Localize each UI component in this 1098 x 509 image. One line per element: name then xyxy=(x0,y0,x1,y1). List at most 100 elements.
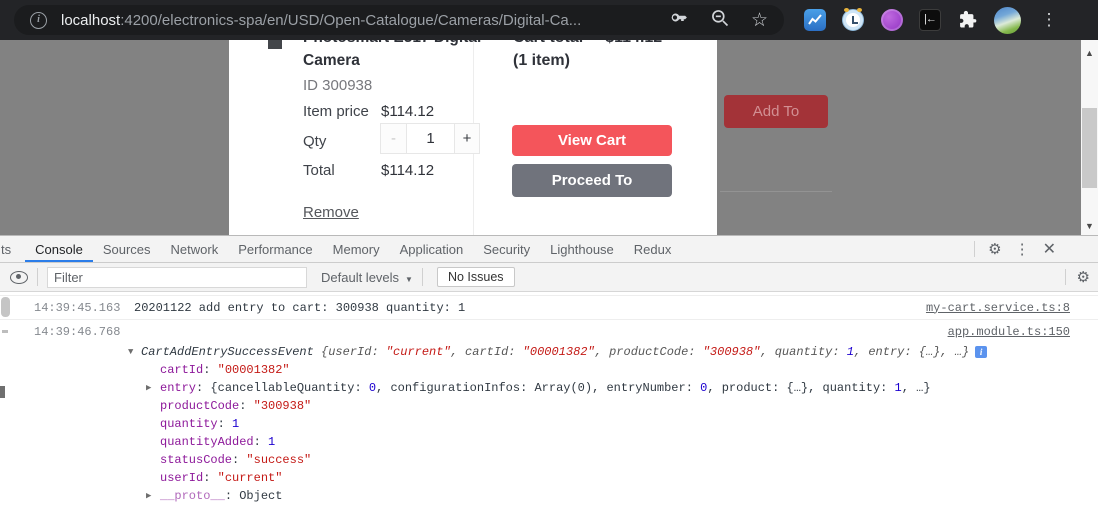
devtools-tab-memory[interactable]: Memory xyxy=(323,236,390,262)
expand-caret-icon[interactable]: ▶ xyxy=(146,491,160,501)
profile-avatar[interactable] xyxy=(994,7,1021,34)
devtools-tab-security[interactable]: Security xyxy=(473,236,540,262)
devtools-tab-application[interactable]: Application xyxy=(390,236,474,262)
total-label: Total xyxy=(303,162,335,179)
log-timestamp: 14:39:45.163 xyxy=(34,301,134,315)
left-gutter-artifact xyxy=(2,330,8,333)
log-token: "success" xyxy=(246,453,311,467)
devtools-close-icon[interactable]: ✕ xyxy=(1043,242,1056,257)
qty-label: Qty xyxy=(303,133,326,150)
info-icon: i xyxy=(975,346,987,358)
cart-total-heading: Cart total$114.12 (1 item) xyxy=(513,40,662,72)
devtools-tab-sources[interactable]: Sources xyxy=(93,236,161,262)
log-token: 1 xyxy=(268,435,275,449)
left-gutter-artifact xyxy=(0,386,5,398)
log-token: : xyxy=(218,417,232,431)
toolbar-divider xyxy=(37,268,38,286)
zoom-out-icon[interactable] xyxy=(710,8,730,33)
chart-extension-icon[interactable] xyxy=(804,9,826,31)
alarm-clock-extension-icon[interactable] xyxy=(842,9,864,31)
object-property-row[interactable]: ▶entry: {cancellableQuantity: 0, configu… xyxy=(0,379,1098,397)
log-token: 1 xyxy=(895,381,902,395)
scroll-up-arrow[interactable]: ▲ xyxy=(1081,48,1098,58)
item-price-label: Item price xyxy=(303,103,369,120)
address-bar[interactable]: i localhost:4200/electronics-spa/en/USD/… xyxy=(14,5,784,35)
bookmark-star-icon[interactable]: ☆ xyxy=(751,11,768,30)
quantity-stepper: - 1 + xyxy=(380,123,480,154)
log-token: , …} xyxy=(902,381,931,395)
console-filter-input[interactable] xyxy=(47,267,307,288)
product-thumbnail-partial xyxy=(268,40,282,49)
log-token: 1 xyxy=(847,345,854,359)
log-token: "00001382" xyxy=(218,363,290,377)
redux-devtools-extension-icon[interactable]: |← xyxy=(919,9,941,31)
log-token: , quantity: xyxy=(760,345,846,359)
devtools-tab-performance[interactable]: Performance xyxy=(228,236,322,262)
view-cart-button[interactable]: View Cart xyxy=(512,125,672,156)
log-timestamp: 14:39:46.768 xyxy=(34,325,134,339)
devtools-kebab-menu-icon[interactable]: ⋮ xyxy=(1015,242,1030,257)
log-token: : xyxy=(239,399,253,413)
console-left-scrollbar-thumb[interactable] xyxy=(1,297,10,317)
add-to-cart-button-dimmed[interactable]: Add To xyxy=(724,95,828,128)
devtools-tab-ts[interactable]: ts xyxy=(0,236,25,262)
log-token: 0 xyxy=(369,381,376,395)
devtools-tab-console[interactable]: Console xyxy=(25,236,93,262)
log-token: Object xyxy=(239,489,282,503)
total-value: $114.12 xyxy=(381,162,434,179)
live-expression-eye-icon[interactable] xyxy=(10,271,28,284)
augury-extension-icon[interactable] xyxy=(881,9,903,31)
object-property-row: statusCode: "success" xyxy=(0,451,1098,469)
remove-link[interactable]: Remove xyxy=(303,204,359,221)
browser-menu-icon[interactable]: ⋮ xyxy=(1040,9,1058,31)
console-settings-gear-icon[interactable]: ⚙ xyxy=(1077,270,1090,285)
log-token: "00001382" xyxy=(523,345,595,359)
log-source-link[interactable]: my-cart.service.ts:8 xyxy=(926,301,1070,315)
object-property-row: userId: "current" xyxy=(0,469,1098,487)
expand-caret-icon[interactable]: ▶ xyxy=(146,383,160,393)
log-token: : xyxy=(203,363,217,377)
object-property-row: quantityAdded: 1 xyxy=(0,433,1098,451)
scroll-down-arrow[interactable]: ▼ xyxy=(1081,221,1098,231)
object-preview[interactable]: ▼CartAddEntrySuccessEvent {userId: "curr… xyxy=(0,343,1098,361)
object-property-row[interactable]: ▶__proto__: Object xyxy=(0,487,1098,505)
log-source-link[interactable]: app.module.ts:150 xyxy=(948,325,1070,339)
no-issues-button[interactable]: No Issues xyxy=(437,267,515,287)
tabbar-divider xyxy=(974,241,975,257)
qty-increase-button[interactable]: + xyxy=(455,124,479,153)
log-token: statusCode xyxy=(160,453,232,467)
devtools-tab-network[interactable]: Network xyxy=(161,236,229,262)
log-token: , entry: {…}, …} xyxy=(854,345,969,359)
page-viewport: Add To Photosmart E317 Digital Camera ID… xyxy=(0,40,1098,235)
proceed-to-checkout-button[interactable]: Proceed To xyxy=(512,164,672,197)
object-property-row: cartId: "00001382" xyxy=(0,361,1098,379)
toolbar-divider xyxy=(422,268,423,286)
password-key-icon[interactable] xyxy=(668,7,689,33)
console-message: 14:39:46.768 app.module.ts:150 ▼CartAddEnt… xyxy=(0,319,1098,505)
object-property-row: quantity: 1 xyxy=(0,415,1098,433)
page-info-icon[interactable]: i xyxy=(30,12,47,29)
devtools-settings-gear-icon[interactable]: ⚙ xyxy=(988,242,1001,257)
devtools-tab-lighthouse[interactable]: Lighthouse xyxy=(540,236,624,262)
log-token: CartAddEntrySuccessEvent xyxy=(141,345,321,359)
item-price-value: $114.12 xyxy=(381,103,434,120)
log-levels-dropdown[interactable]: Default levels▼ xyxy=(321,270,413,285)
scrollbar-thumb[interactable] xyxy=(1082,108,1097,188)
object-property-row: productCode: "300938" xyxy=(0,397,1098,415)
qty-decrease-button[interactable]: - xyxy=(381,124,406,153)
toolbar-divider xyxy=(1065,269,1066,285)
log-token: "current" xyxy=(386,345,451,359)
expand-caret-icon[interactable]: ▼ xyxy=(128,347,141,357)
qty-value[interactable]: 1 xyxy=(406,124,455,153)
page-scrollbar[interactable]: ▲ ▼ xyxy=(1081,40,1098,235)
devtools-tab-redux[interactable]: Redux xyxy=(624,236,682,262)
log-token: "current" xyxy=(218,471,283,485)
extensions-puzzle-icon[interactable] xyxy=(957,9,979,31)
log-token: __proto__ xyxy=(160,489,225,503)
log-token: , product: {…}, quantity: xyxy=(707,381,894,395)
product-id: ID 300938 xyxy=(303,77,372,94)
chevron-down-icon: ▼ xyxy=(405,275,413,284)
browser-topbar: i localhost:4200/electronics-spa/en/USD/… xyxy=(0,0,1098,40)
log-token: 0 xyxy=(700,381,707,395)
log-token: : xyxy=(225,489,239,503)
